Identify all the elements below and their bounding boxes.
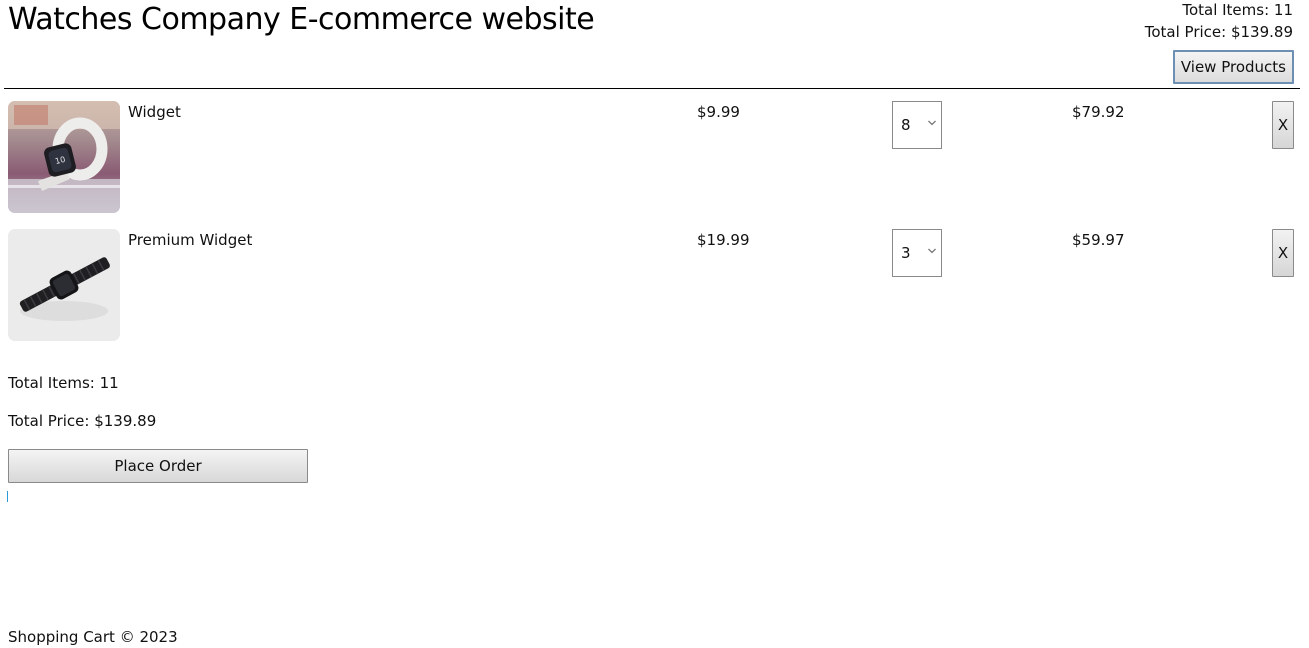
cart-total-items: Total Items: 11	[8, 374, 119, 392]
cart-item-row: Premium Widget $19.99 3 $59.97 X	[8, 229, 1298, 341]
remove-item-button[interactable]: X	[1272, 101, 1294, 149]
view-products-button[interactable]: View Products	[1172, 50, 1294, 84]
product-price: $9.99	[697, 103, 740, 121]
footer-copyright: Shopping Cart © 2023	[8, 628, 178, 646]
item-subtotal: $59.97	[1072, 231, 1125, 249]
product-name: Widget	[128, 103, 181, 121]
chevron-down-icon	[928, 120, 936, 126]
text-cursor	[7, 491, 8, 502]
quantity-select[interactable]: 8	[892, 101, 942, 149]
chevron-down-icon	[928, 248, 936, 254]
product-price: $19.99	[697, 231, 750, 249]
header-summary: Total Items: 11 Total Price: $139.89	[1145, 0, 1293, 43]
product-image-metal-watch	[8, 229, 120, 341]
cart-item-row: 10 Widget $9.99 8 $79.92 X	[8, 101, 1298, 213]
product-name: Premium Widget	[128, 231, 253, 249]
header-total-price: Total Price: $139.89	[1144, 23, 1293, 41]
item-subtotal: $79.92	[1072, 103, 1125, 121]
remove-item-button[interactable]: X	[1272, 229, 1294, 277]
quantity-value: 3	[901, 244, 911, 262]
quantity-value: 8	[901, 116, 911, 134]
quantity-select[interactable]: 3	[892, 229, 942, 277]
product-image-smartwatch: 10	[8, 101, 120, 213]
header-total-items: Total Items: 11	[1182, 1, 1293, 19]
metal-watch-photo-icon	[8, 229, 120, 341]
place-order-button[interactable]: Place Order	[8, 449, 308, 483]
header-divider	[4, 88, 1300, 89]
page-title: Watches Company E-commerce website	[8, 2, 595, 37]
smartwatch-photo-icon: 10	[8, 101, 120, 213]
cart-total-price: Total Price: $139.89	[8, 412, 157, 430]
